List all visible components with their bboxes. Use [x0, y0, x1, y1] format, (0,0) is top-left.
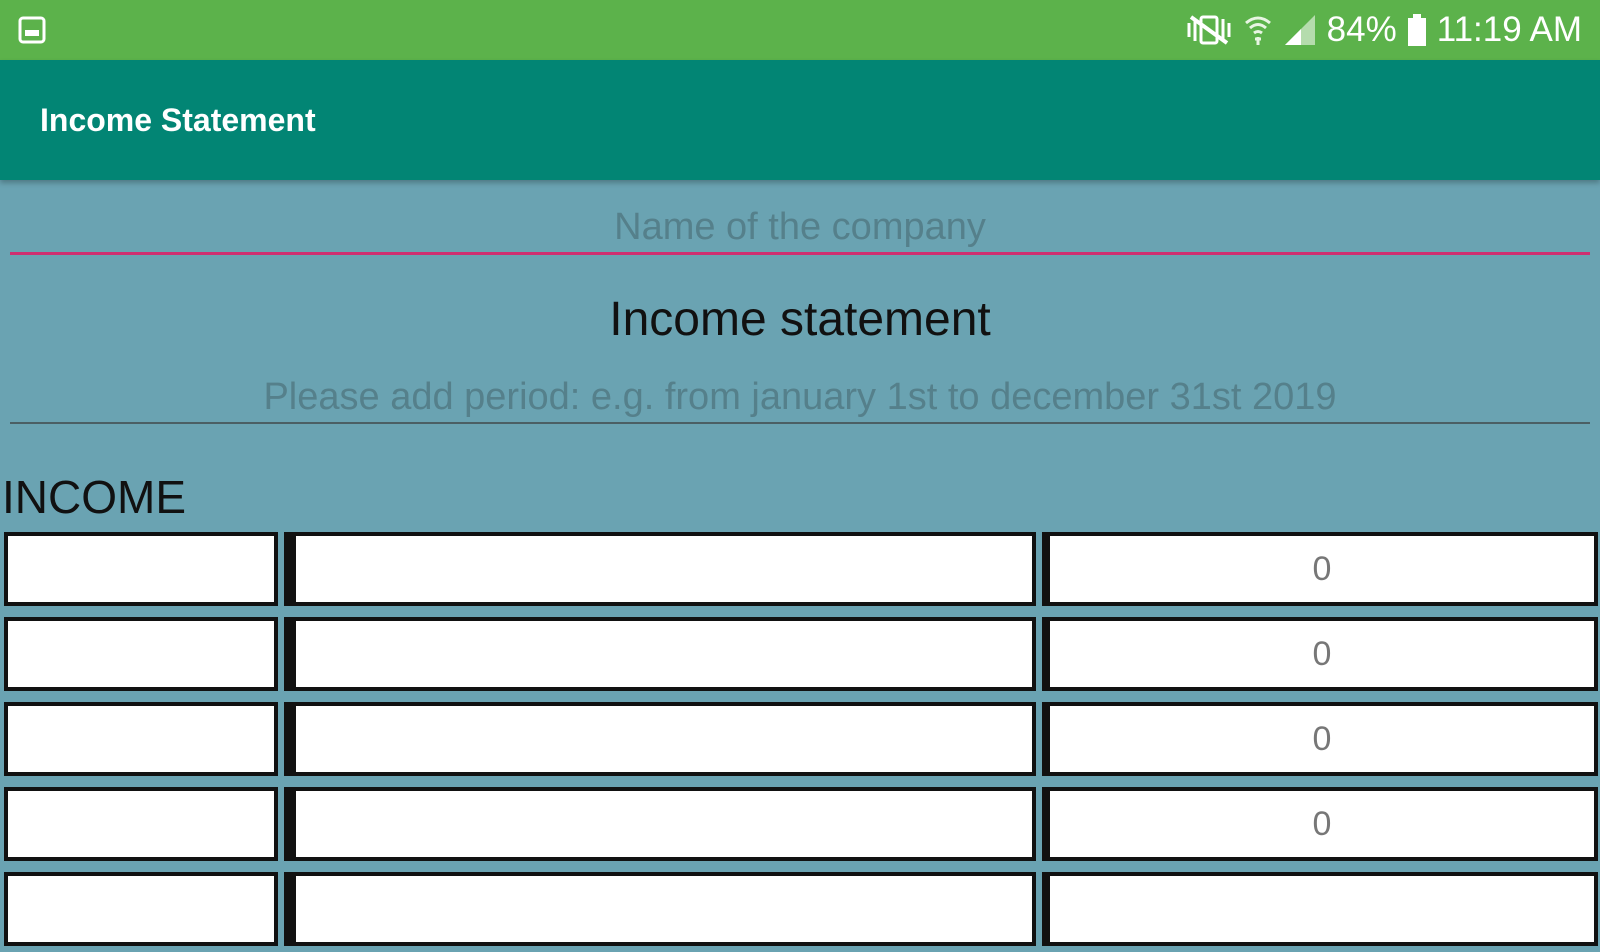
code-cell[interactable]	[4, 617, 278, 691]
battery-percent: 84%	[1326, 10, 1397, 49]
statement-form: Income statement INCOME 0 0 0 0	[0, 180, 1600, 946]
amount-cell[interactable]: 0	[1042, 617, 1598, 691]
gallery-icon	[18, 16, 46, 44]
description-cell[interactable]	[284, 872, 1036, 946]
app-title: Income Statement	[40, 102, 316, 138]
amount-cell[interactable]: 0	[1042, 787, 1598, 861]
table-row: 0	[2, 702, 1600, 782]
wifi-icon	[1243, 13, 1273, 47]
status-bar: 84% 11:19 AM	[0, 0, 1600, 60]
app-bar: Income Statement	[0, 60, 1600, 180]
income-section-label: INCOME	[2, 471, 186, 523]
cell-signal-icon	[1283, 13, 1317, 47]
period-input[interactable]	[10, 372, 1590, 424]
description-cell[interactable]	[284, 702, 1036, 776]
code-cell[interactable]	[4, 532, 278, 606]
table-row: 0	[2, 617, 1600, 697]
table-row: 0	[2, 787, 1600, 867]
code-cell[interactable]	[4, 787, 278, 861]
code-cell[interactable]	[4, 702, 278, 776]
table-row: 0	[2, 532, 1600, 612]
description-cell[interactable]	[284, 532, 1036, 606]
table-row	[2, 872, 1600, 952]
status-icons: 84% 11:19 AM	[1185, 0, 1582, 60]
company-name-input[interactable]	[10, 202, 1590, 255]
description-cell[interactable]	[284, 617, 1036, 691]
vibrate-mute-icon	[1185, 13, 1233, 47]
description-cell[interactable]	[284, 787, 1036, 861]
amount-cell[interactable]: 0	[1042, 532, 1598, 606]
code-cell[interactable]	[4, 872, 278, 946]
amount-cell[interactable]: 0	[1042, 702, 1598, 776]
battery-icon	[1407, 13, 1427, 47]
amount-cell[interactable]	[1042, 872, 1598, 946]
clock: 11:19 AM	[1436, 10, 1582, 49]
statement-heading: Income statement	[609, 293, 991, 346]
